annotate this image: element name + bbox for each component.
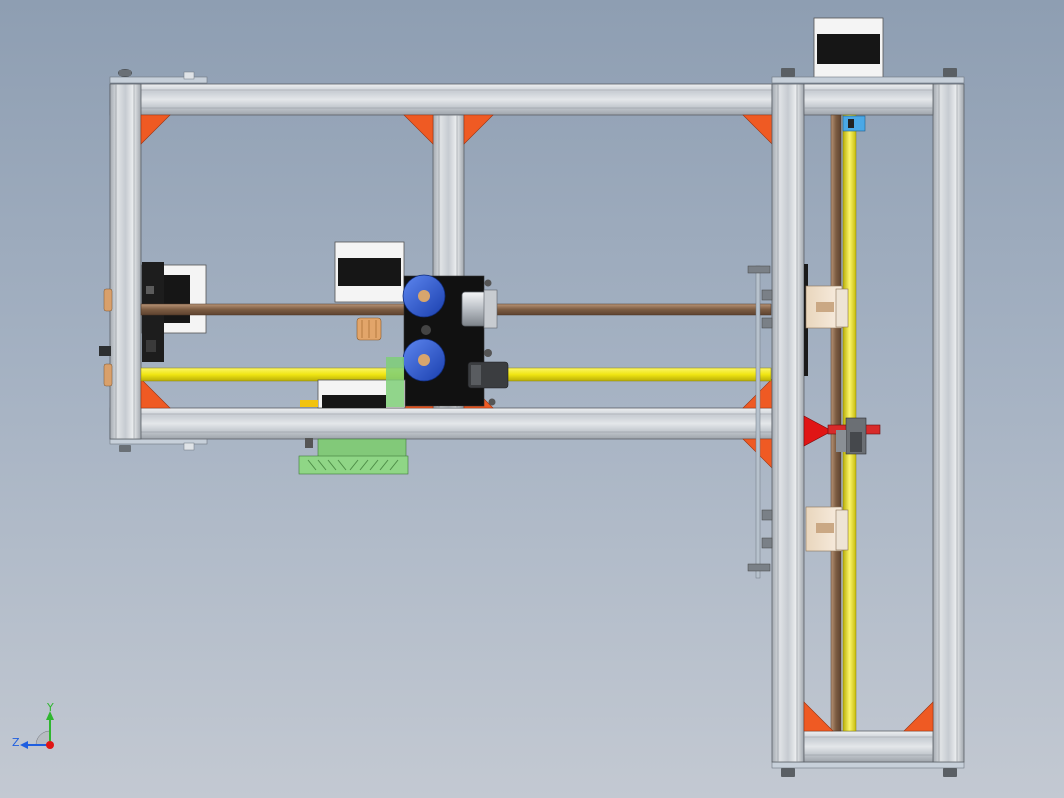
vertical-bronze-rod <box>830 114 842 732</box>
bottom-rail-profile <box>109 407 773 440</box>
corner-bracket <box>463 114 494 145</box>
right-frame-bottom-rail <box>803 730 934 763</box>
z-axis-label: Z <box>12 736 20 749</box>
stepper-motor-middle <box>334 241 405 303</box>
corner-bracket <box>403 114 434 145</box>
x-axis-dot <box>46 741 54 749</box>
side-mount-plate <box>755 265 761 579</box>
top-rail-profile <box>109 83 773 116</box>
cad-viewport[interactable]: Y Z <box>0 0 1064 798</box>
drive-pulley <box>356 317 382 341</box>
corner-bracket <box>140 114 171 145</box>
corner-bracket <box>742 114 773 145</box>
stepper-motor-top <box>813 17 884 81</box>
controller-board <box>317 438 407 458</box>
coordinate-triad: Y Z <box>12 701 54 749</box>
z-bearing-block-lower <box>805 506 849 552</box>
right-frame-right-post <box>932 83 965 763</box>
y-axis-label: Y <box>46 701 54 714</box>
right-frame-top-rail <box>803 83 934 116</box>
right-frame-left-post <box>771 83 805 763</box>
z-bearing-block-upper <box>805 285 849 329</box>
assembly-drawing: Y Z <box>12 17 965 777</box>
left-post-profile <box>109 83 142 440</box>
left-frame <box>109 69 773 469</box>
right-frame <box>747 17 965 777</box>
corner-bracket <box>140 378 171 409</box>
